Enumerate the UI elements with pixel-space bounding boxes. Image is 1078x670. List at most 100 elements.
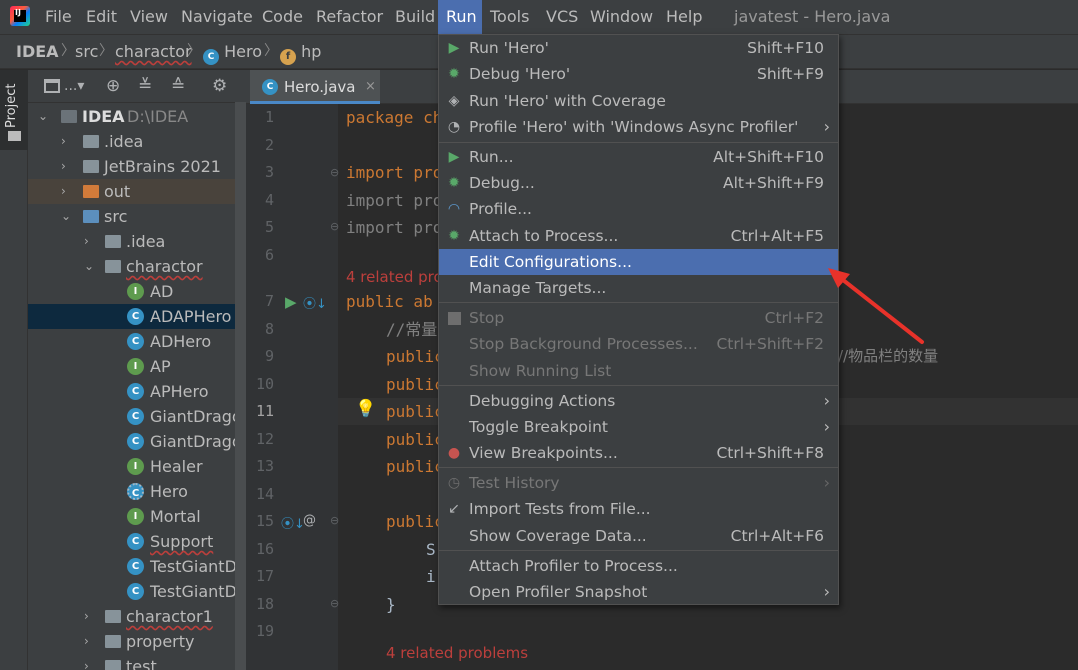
tree-node-idea[interactable]: ⌄ IDEA D:\IDEA [28,104,246,129]
tree-node-mortal[interactable]: I Mortal [28,504,246,529]
fold-icon[interactable]: ⊖ [330,597,339,610]
menu-code[interactable]: Code [262,0,303,34]
tree-node-giantdragon[interactable]: C GiantDragon [28,404,246,429]
menu-vcs[interactable]: VCS [546,0,578,34]
chevron-down-icon[interactable]: ⌄ [38,104,48,129]
code-line-4: import pro [346,191,443,210]
menu-item-stop[interactable]: Stop Ctrl+F2 [439,305,838,331]
tree-node-adaphero[interactable]: C ADAPHero [28,304,246,329]
menu-item-show-running-list[interactable]: Show Running List [439,358,838,384]
breadcrumb-src[interactable]: src [75,35,98,68]
tree-node-hero[interactable]: C Hero [28,479,246,504]
menu-item-debug-hero[interactable]: ✹ Debug 'Hero' Shift+F9 [439,61,838,87]
menu-item-stop-background[interactable]: Stop Background Processes... Ctrl+Shift+… [439,331,838,357]
menu-item-attach-process[interactable]: ✹ Attach to Process... Ctrl+Alt+F5 [439,223,838,249]
tree-node-adhero[interactable]: C ADHero [28,329,246,354]
tree-node-testgiantdragon[interactable]: C TestGiantDragon [28,554,246,579]
chevron-right-icon[interactable]: › [61,129,66,154]
close-icon[interactable]: × [365,70,376,104]
menu-item-import-tests[interactable]: ↙ Import Tests from File... [439,496,838,522]
class-icon: C [127,558,144,575]
tree-node-jetbrains[interactable]: › JetBrains 2021 [28,154,246,179]
project-tool-tab-label[interactable]: Project [4,78,19,128]
menu-view[interactable]: View [130,0,168,34]
chevron-down-icon[interactable]: ⌄ [61,204,71,229]
project-view-dropdown[interactable]: ...▾ [64,78,84,95]
tree-node-testgiantdragon-2[interactable]: C TestGiantDragon [28,579,246,604]
tree-node-healer[interactable]: I Healer [28,454,246,479]
tree-node-property[interactable]: › property [28,629,246,654]
package-icon [105,260,121,273]
menu-refactor[interactable]: Refactor [316,0,383,34]
menu-item-toggle-breakpoint[interactable]: Toggle Breakpoint › [439,414,838,440]
chevron-right-icon[interactable]: › [84,604,89,629]
gear-icon[interactable]: ⚙ [212,78,227,95]
related-problems-link[interactable]: 4 related problems [386,640,528,667]
menu-item-view-breakpoints[interactable]: ● View Breakpoints... Ctrl+Shift+F8 [439,440,838,466]
tree-node-src-idea[interactable]: › .idea [28,229,246,254]
breadcrumb-charactor[interactable]: charactor [115,35,192,68]
code-line-5: import pro [346,218,443,237]
menu-item-debug-dialog[interactable]: ✹ Debug... Alt+Shift+F9 [439,170,838,196]
chevron-right-icon[interactable]: › [61,154,66,179]
fold-icon[interactable]: ⊖ [330,166,339,179]
tree-node-aphero[interactable]: C APHero [28,379,246,404]
menu-run[interactable]: Run [438,0,482,34]
menu-window[interactable]: Window [590,0,653,34]
menu-item-show-coverage[interactable]: Show Coverage Data... Ctrl+Alt+F6 [439,523,838,549]
menu-help[interactable]: Help [666,0,702,34]
related-problems-link[interactable]: 4 related pro [346,264,443,291]
chevron-right-icon[interactable]: › [84,629,89,654]
menu-file[interactable]: File [45,0,72,34]
menu-tools[interactable]: Tools [490,0,529,34]
tree-node-ap[interactable]: I AP [28,354,246,379]
menu-item-run-dialog[interactable]: ▶ Run... Alt+Shift+F10 [439,144,838,170]
code-line-1: package ch [346,108,443,127]
menu-edit[interactable]: Edit [86,0,117,34]
breadcrumb-idea[interactable]: IDEA [16,35,59,68]
menu-item-profile-hero[interactable]: ◔ Profile 'Hero' with 'Windows Async Pro… [439,114,838,140]
menu-build[interactable]: Build [395,0,435,34]
tree-node-charactor1[interactable]: › charactor1 [28,604,246,629]
menu-item-run-hero[interactable]: ▶ Run 'Hero' Shift+F10 [439,35,838,61]
menu-item-profile[interactable]: ◠ Profile... [439,196,838,222]
collapse-all-icon[interactable]: ≙ [171,78,185,95]
tree-node-out[interactable]: › out [28,179,246,204]
chevron-down-icon[interactable]: ⌄ [84,254,94,279]
tree-node-support[interactable]: C Support [28,529,246,554]
menu-item-edit-configurations[interactable]: Edit Configurations... [439,249,838,275]
tree-node-src[interactable]: ⌄ src [28,204,246,229]
locate-icon[interactable]: ⊕ [106,78,120,95]
fold-icon[interactable]: ⊖ [330,220,339,233]
chevron-right-icon[interactable]: › [84,229,89,254]
breadcrumb-hero[interactable]: C Hero [203,35,262,68]
tree-node-ad[interactable]: I AD [28,279,246,304]
implemented-icon[interactable]: ⦿↓ [303,293,327,312]
interface-icon: I [127,358,144,375]
menu-item-run-coverage[interactable]: ◈ Run 'Hero' with Coverage [439,88,838,114]
menu-item-open-profiler-snapshot[interactable]: Open Profiler Snapshot › [439,579,838,605]
run-icon: ▶ [448,40,460,56]
tab-hero-java[interactable]: C Hero.java × [250,70,380,104]
menu-navigate[interactable]: Navigate [181,0,253,34]
chevron-right-icon[interactable]: › [84,654,89,670]
breadcrumb-hp[interactable]: f hp [280,35,321,68]
implemented-icon[interactable]: ⦿↓ [281,513,305,532]
tree-node-charactor[interactable]: ⌄ charactor [28,254,246,279]
menu-item-debugging-actions[interactable]: Debugging Actions › [439,388,838,414]
menu-item-attach-profiler[interactable]: Attach Profiler to Process... [439,553,838,579]
fold-icon[interactable]: ⊖ [330,514,339,527]
tree-node-test[interactable]: › test [28,654,246,670]
menu-item-manage-targets[interactable]: Manage Targets... [439,275,838,301]
lightbulb-icon[interactable]: 💡 [355,399,376,419]
run-gutter-icon[interactable]: ▶ [285,293,297,311]
code-line-16: S [426,540,436,559]
menu-item-test-history[interactable]: ◷ Test History › [439,470,838,496]
line-number: 15 [255,512,274,530]
tree-node-idea-dir[interactable]: › .idea [28,129,246,154]
tree-node-giantdragon1[interactable]: C GiantDragon1 [28,429,246,454]
project-panel-scrollbar[interactable] [235,102,246,670]
project-view-icon[interactable] [44,79,60,93]
chevron-right-icon[interactable]: › [61,179,66,204]
expand-all-icon[interactable]: ≚ [138,78,152,95]
